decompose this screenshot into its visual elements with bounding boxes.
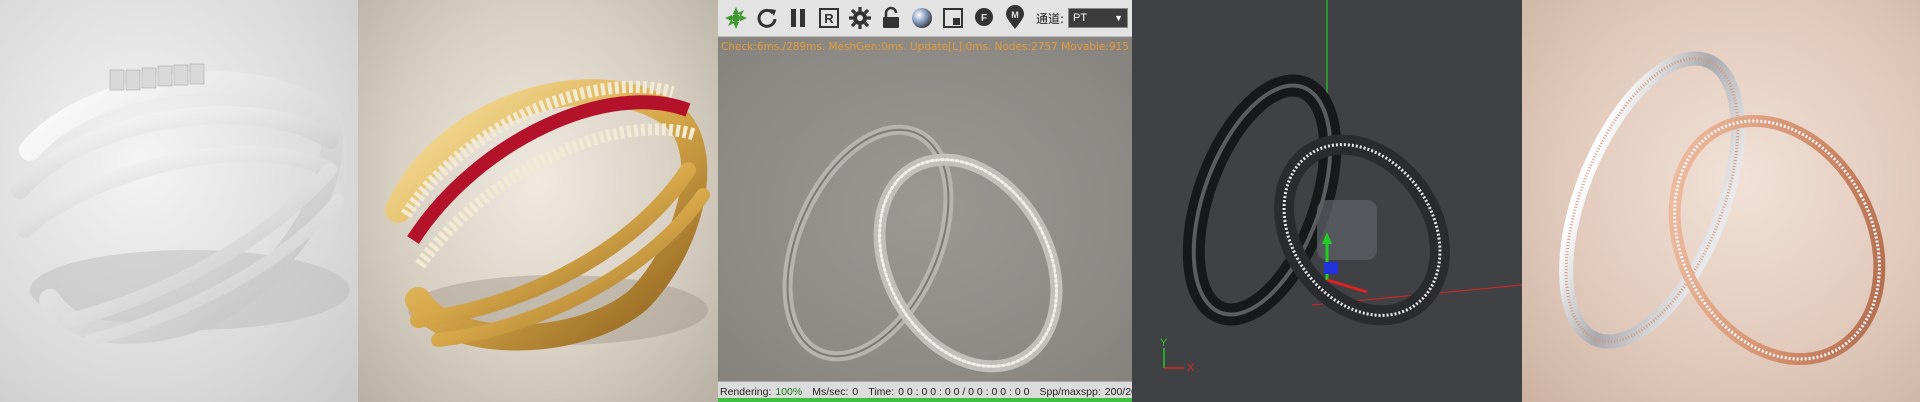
restart-button[interactable] (754, 4, 780, 32)
axis-x-label: X (1187, 362, 1195, 374)
ms-per-sec-label: Ms/sec: (812, 386, 849, 398)
pin-icon: M (1006, 5, 1024, 29)
axis-indicator: Y X (1160, 337, 1195, 374)
material-ball-button[interactable] (909, 4, 935, 32)
render-stats-text: Check:6ms./289ms. MeshGen:0ms. Update[L]… (721, 41, 1132, 53)
render-viewport[interactable] (718, 38, 1132, 382)
lock-icon (883, 6, 899, 28)
render-toolbar: R F M 通道: PT ▼ (718, 0, 1132, 37)
pin-letter: M (1011, 10, 1019, 20)
channel-select-value: PT (1073, 12, 1088, 24)
channel-label: 通道: (1036, 11, 1065, 26)
pause-icon (791, 9, 805, 27)
rose-gold-rings-illustration (1559, 51, 1886, 366)
rendering-label: Rendering: (720, 386, 772, 398)
axis-y-label: Y (1160, 337, 1168, 349)
focus-icon: F (975, 8, 993, 26)
restart-icon (757, 8, 777, 28)
cad-viewport[interactable]: Y X (1132, 0, 1522, 402)
rose-gold-rings-render (1522, 0, 1920, 402)
camera-button[interactable] (940, 4, 966, 32)
region-icon: R (819, 8, 839, 28)
settings-icon (849, 7, 871, 29)
settings-button[interactable] (847, 4, 873, 32)
pause-button[interactable] (785, 4, 811, 32)
wedding-rings-preview (782, 124, 1063, 373)
region-letter: R (824, 11, 834, 26)
start-render-button[interactable] (723, 4, 749, 32)
chevron-down-icon: ▼ (1114, 13, 1124, 23)
lock-button[interactable] (878, 4, 904, 32)
clay-ring-render (0, 0, 358, 402)
spp-label: Spp/maxspp: (1039, 386, 1101, 398)
time-value: 0 0 : 0 0 : 0 0 / 0 0 : 0 0 : 0 0 (898, 386, 1030, 398)
ms-per-sec-value: 0 (852, 386, 859, 398)
render-progress-bar (718, 398, 1132, 402)
channel-select[interactable]: PT ▼ (1068, 8, 1129, 28)
region-render-button[interactable]: R (816, 4, 842, 32)
spp-value: 200/200 (1104, 386, 1132, 398)
gold-ring-render (358, 0, 718, 402)
clay-ring-illustration (11, 63, 350, 346)
render-window: R F M 通道: PT ▼ Check:6ms./289ms. MeshGen… (718, 0, 1132, 402)
material-ball-icon (912, 8, 932, 28)
pin-button[interactable]: M (1002, 4, 1028, 32)
camera-icon (943, 8, 963, 28)
time-label: Time: (868, 386, 895, 398)
gold-ring-illustration (385, 79, 710, 351)
cad-ring-model: Y X (1160, 0, 1522, 374)
focus-letter: F (981, 13, 987, 24)
start-render-icon (725, 7, 747, 29)
focus-button[interactable]: F (971, 4, 997, 32)
image-strip: R F M 通道: PT ▼ Check:6ms./289ms. MeshGen… (0, 0, 1920, 402)
rendering-value: 100% (775, 386, 803, 398)
